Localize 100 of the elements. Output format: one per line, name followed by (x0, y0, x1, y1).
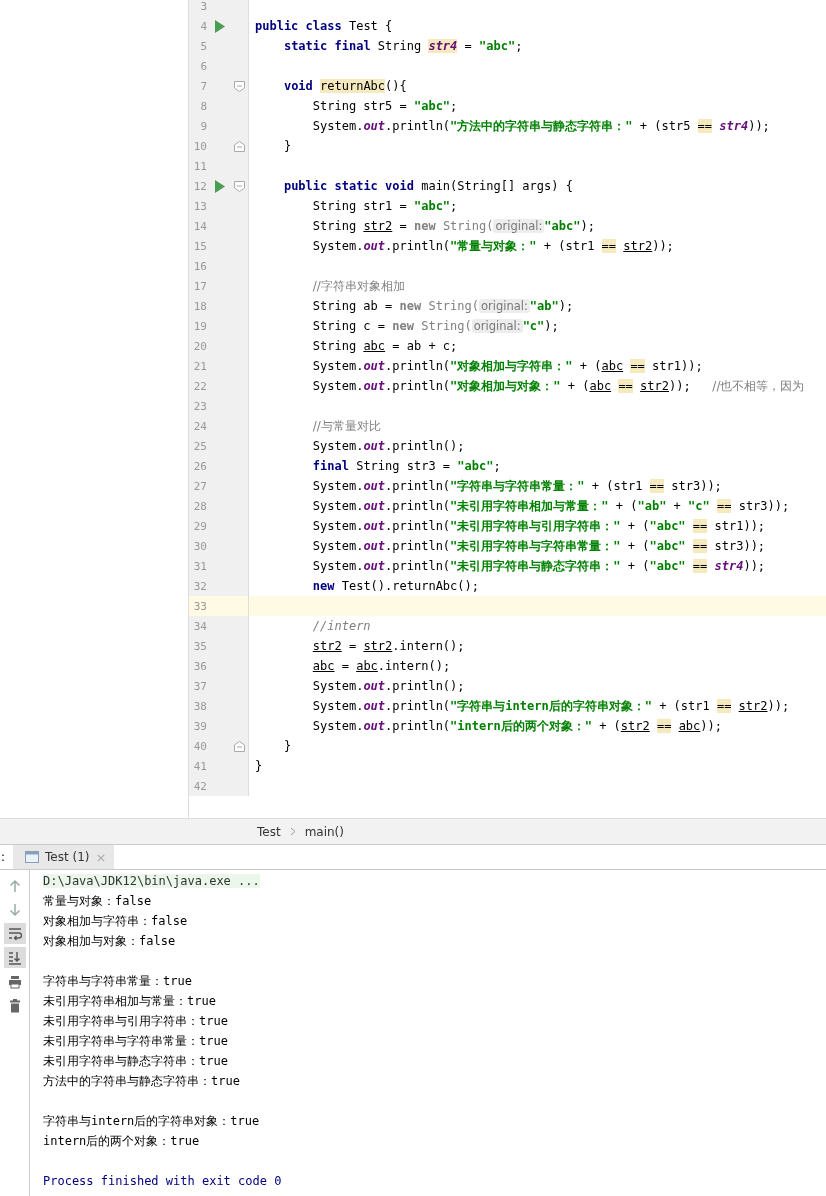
code-line: final String str3 = "abc"; (311, 459, 501, 473)
code-line: public class Test { (255, 19, 393, 33)
run-icon[interactable] (214, 179, 225, 193)
line-number: 13 (192, 199, 207, 213)
run-icon[interactable] (214, 19, 225, 33)
line-number: 37 (192, 679, 207, 693)
code-line: System.out.println(); (311, 679, 465, 693)
code-line: str2 = str2.intern(); (311, 639, 465, 653)
line-number: 5 (199, 39, 207, 53)
line-number: 42 (192, 779, 207, 793)
line-number: 29 (192, 519, 207, 533)
line-number: 15 (192, 239, 207, 253)
code-line: void returnAbc(){ (282, 79, 407, 93)
line-number: 11 (192, 159, 207, 173)
line-number: 7 (199, 79, 207, 93)
line-number: 6 (199, 59, 207, 73)
panel-label: : (0, 849, 7, 866)
code-line: } (282, 139, 292, 153)
code-line: new Test().returnAbc(); (311, 579, 479, 593)
console-output: 字符串与字符串常量：true (43, 972, 192, 990)
console-output: 对象相加与字符串：false (43, 912, 188, 930)
line-number: 21 (192, 359, 207, 373)
code-line: String str2 = new String( original: "abc"); (311, 219, 595, 233)
line-number: 14 (192, 219, 207, 233)
line-number: 24 (192, 419, 207, 433)
console-output: 字符串与intern后的字符串对象：true (43, 1112, 260, 1130)
code-line: String str1 = "abc"; (311, 199, 458, 213)
line-number: 34 (192, 619, 207, 633)
fold-icon[interactable] (233, 80, 245, 92)
run-tab[interactable]: Test (1) × (13, 845, 115, 869)
fold-icon[interactable] (233, 740, 245, 752)
line-number: 31 (192, 559, 207, 573)
console-output: 未引用字符串与静态字符串：true (43, 1052, 228, 1070)
code-line: System.out.println("方法中的字符串与静态字符串：" + (str5 == str4)); (311, 117, 770, 135)
line-number: 12 (192, 179, 207, 193)
line-number: 30 (192, 539, 207, 553)
code-line: System.out.println("对象相加与对象：" + (abc == str2)); //也不相等，因为 (311, 377, 805, 395)
scroll-to-end-icon (7, 950, 22, 965)
line-number: 25 (192, 439, 207, 453)
line-number: 27 (192, 479, 207, 493)
code-line: static final String str4 = "abc"; (282, 39, 523, 53)
console-output: 未引用字符串与引用字符串：true (43, 1012, 228, 1030)
code-line: abc = abc.intern(); (311, 659, 451, 673)
code-line: //intern (311, 619, 371, 633)
code-line: String str5 = "abc"; (311, 99, 458, 113)
line-number: 39 (192, 719, 207, 733)
breadcrumb[interactable]: Test (257, 824, 281, 839)
line-number: 41 (192, 759, 207, 773)
code-line: String c = new String( original: "c"); (311, 319, 559, 333)
line-number: 16 (192, 259, 207, 273)
line-number: 10 (192, 139, 207, 153)
exit-message: Process finished with exit code 0 (43, 1174, 282, 1188)
line-number: 38 (192, 699, 207, 713)
code-line: } (282, 739, 292, 753)
console-output: 对象相加与对象：false (43, 932, 176, 950)
line-number: 26 (192, 459, 207, 473)
console-output: 常量与对象：false (43, 892, 152, 910)
code-line: System.out.println("未引用字符串相加与常量：" + ("ab" + "c" == str3)); (311, 497, 790, 515)
line-number: 9 (199, 119, 207, 133)
line-number: 18 (192, 299, 207, 313)
code-line: System.out.println("未引用字符串与静态字符串：" + ("abc" == str4)); (311, 557, 766, 575)
line-number: 23 (192, 399, 207, 413)
console-output: intern后的两个对象：true (43, 1132, 200, 1150)
line-number: 3 (199, 0, 207, 13)
console-icon (25, 851, 39, 863)
code-line: System.out.println("未引用字符串与字符串常量：" + ("abc" == str3)); (311, 537, 766, 555)
line-number: 28 (192, 499, 207, 513)
trash-icon (7, 998, 22, 1013)
line-number: 17 (192, 279, 207, 293)
code-line: String ab = new String( original: "ab"); (311, 299, 574, 313)
down-arrow-icon (7, 902, 22, 917)
line-number: 40 (192, 739, 207, 753)
chevron-icon (289, 827, 296, 836)
code-line: System.out.println("常量与对象：" + (str1 == str2)); (311, 237, 674, 255)
line-number: 19 (192, 319, 207, 333)
console-output: 未引用字符串与字符串常量：true (43, 1032, 228, 1050)
tab-label: Test (1) (45, 850, 90, 864)
console-output: 未引用字符串相加与常量：true (43, 992, 216, 1010)
wrap-icon (7, 926, 22, 941)
console-output: 方法中的字符串与静态字符串：true (43, 1072, 240, 1090)
line-number: 4 (199, 19, 207, 33)
line-number: 20 (192, 339, 207, 353)
code-line: System.out.println("字符串与字符串常量：" + (str1 == str3)); (311, 477, 722, 495)
line-number: 36 (192, 659, 207, 673)
code-line: System.out.println("未引用字符串与引用字符串：" + ("abc" == str1)); (311, 517, 766, 535)
line-number: 33 (192, 599, 207, 613)
line-number: 32 (192, 579, 207, 593)
code-line: String abc = ab + c; (311, 339, 458, 353)
line-number: 22 (192, 379, 207, 393)
breadcrumb[interactable]: main() (304, 824, 344, 839)
fold-icon[interactable] (233, 140, 245, 152)
line-number: 35 (192, 639, 207, 653)
fold-icon[interactable] (233, 180, 245, 192)
code-line: } (255, 759, 263, 773)
code-line: //字符串对象相加 (311, 277, 405, 295)
toolbar-button[interactable] (3, 947, 26, 968)
code-line: System.out.println(); (311, 439, 465, 453)
line-number: 8 (199, 99, 207, 113)
toolbar-button[interactable] (3, 923, 26, 944)
code-line: System.out.println("字符串与intern后的字符串对象：" + (str1 == str2)); (311, 697, 790, 715)
